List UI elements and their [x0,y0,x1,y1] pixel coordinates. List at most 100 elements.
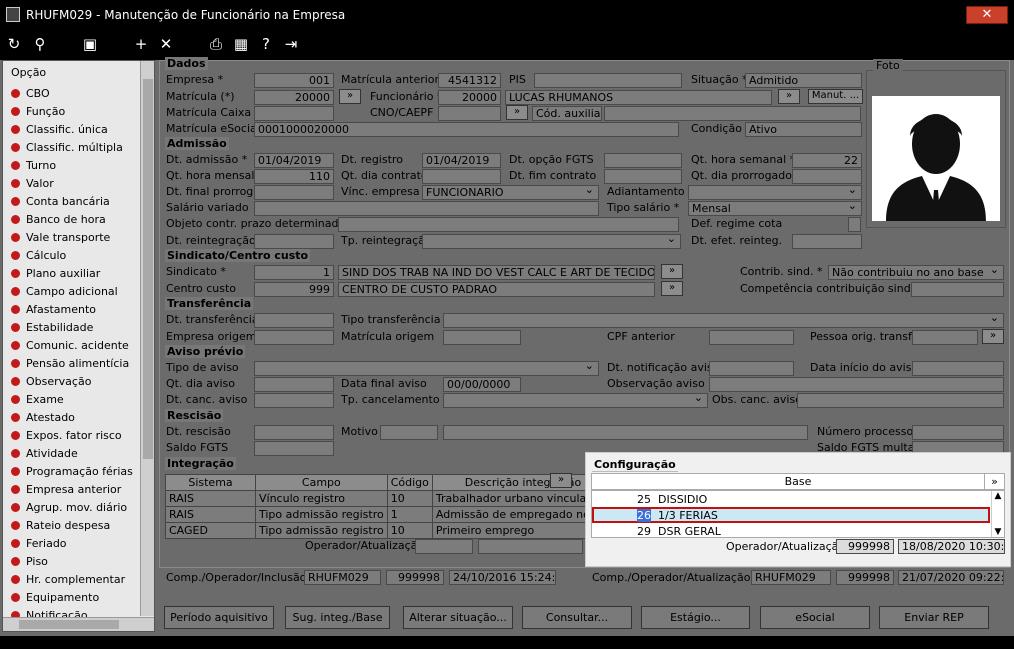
obs-aviso-field[interactable] [709,377,1004,392]
tp-cancelamento-select[interactable] [443,393,708,408]
config-operador-field[interactable]: 999998 [836,539,894,554]
qt-dia-aviso-field[interactable] [254,377,334,392]
add-icon[interactable]: + [131,34,151,54]
sidebar-item[interactable]: Conta bancária [11,195,110,208]
scroll-down-icon[interactable]: ▼ [992,527,1004,537]
pessoa-orig-field[interactable] [912,330,978,345]
sindicato-code-field[interactable]: 1 [254,265,334,280]
sidebar-item[interactable]: Estabilidade [11,321,93,334]
grid-expand-button[interactable]: » [550,473,572,488]
dt-fim-contrato-field[interactable] [604,169,682,184]
dt-inicio-aviso-field[interactable] [912,361,1004,376]
table-row[interactable]: CAGED Tipo admissão registro 10 Primeiro em… [165,522,615,539]
exit-icon[interactable]: ⇥ [281,34,301,54]
inclusao-operador-field[interactable]: 999998 [386,570,444,585]
centro-code-field[interactable]: 999 [254,282,334,297]
inclusao-data-field[interactable]: 24/10/2016 15:24:19 [449,570,556,585]
cod-auxiliar-field[interactable] [604,106,861,121]
matricula-field[interactable]: 20000 [254,90,334,105]
sidebar-item[interactable]: Função [11,105,65,118]
qt-dia-prorrogado-field[interactable] [792,169,862,184]
qt-dia-contrato-field[interactable] [422,169,501,184]
pessoa-orig-lookup-button[interactable]: » [982,329,1004,344]
sidebar-item[interactable]: Hr. complementar [11,573,125,586]
dt-efet-field[interactable] [792,234,862,249]
print-icon[interactable]: ⎙ [206,34,226,54]
search-icon[interactable]: ⚲ [30,34,50,54]
cno-lookup-button[interactable]: » [506,105,528,120]
grid-header-sistema[interactable]: Sistema [165,474,256,491]
sidebar-item[interactable]: Atestado [11,411,75,424]
empresa-origem-field[interactable] [254,330,334,345]
sidebar-item[interactable]: Banco de hora [11,213,106,226]
sidebar-item[interactable]: Observação [11,375,91,388]
matricula-anterior-field[interactable]: 4541312 [438,73,501,88]
qt-hora-semanal-field[interactable]: 22 [792,153,862,168]
obs-canc-field[interactable] [797,393,1004,408]
cno-field[interactable] [438,106,501,121]
alterar-situacao-button[interactable]: Alterar situação... [403,606,513,629]
consultar-button[interactable]: Consultar... [522,606,632,629]
sidebar-item[interactable]: Piso [11,555,48,568]
sidebar-item[interactable]: Classific. única [11,123,108,136]
manut-button[interactable]: Manut. ... [808,89,863,104]
adiantamento-select[interactable] [688,185,862,200]
dt-final-prorrog-field[interactable] [254,185,334,200]
sidebar-item[interactable]: Rateio despesa [11,519,110,532]
motivo-code-field[interactable] [380,425,438,440]
centro-name-field[interactable]: CENTRO DE CUSTO PADRAO [338,282,655,297]
sidebar-item[interactable]: Campo adicional [11,285,118,298]
dt-canc-aviso-field[interactable] [254,393,334,408]
funcionario-lookup-button[interactable]: » [778,89,800,104]
tipo-aviso-select[interactable] [254,361,599,376]
grid-header-codigo[interactable]: Código [386,474,433,491]
sidebar-item[interactable]: Plano auxiliar [11,267,100,280]
scroll-up-icon[interactable]: ▲ [992,491,1004,501]
matricula-caixa-field[interactable] [254,106,334,121]
qt-hora-mensal-field[interactable]: 110 [254,169,334,184]
sug-integ-button[interactable]: Sug. integ./Base [285,606,390,629]
sindicato-lookup-button[interactable]: » [661,264,683,279]
dt-rescisao-field[interactable] [254,425,334,440]
matricula-origem-field[interactable] [443,330,521,345]
operador-data-field[interactable] [478,539,583,554]
config-expand-icon[interactable]: » [984,474,1004,489]
atualizacao-comp-field[interactable]: RHUFM029 [751,570,831,585]
contrib-sind-select[interactable]: Não contribuiu no ano base [828,265,1004,280]
estagio-button[interactable]: Estágio... [641,606,750,629]
def-regime-checkbox[interactable] [848,217,861,232]
dt-admissao-field[interactable]: 01/04/2019 [254,153,334,168]
enviar-rep-button[interactable]: Enviar REP [879,606,989,629]
sidebar-item[interactable]: Programação férias [11,465,133,478]
periodo-aquisitivo-button[interactable]: Período aquisitivo ... [164,606,274,645]
sidebar-item[interactable]: Feriado [11,537,67,550]
sidebar-item[interactable]: CBO [11,87,50,100]
list-item-selected[interactable]: 26 1/3 FERIAS [592,507,990,523]
avatar[interactable] [872,96,1000,221]
empresa-field[interactable]: 001 [254,73,334,88]
sidebar-item[interactable]: Atividade [11,447,78,460]
list-item[interactable]: 25 DISSIDIO [592,492,990,508]
dt-opcao-fgts-field[interactable] [604,153,682,168]
config-data-field[interactable]: 18/08/2020 10:30:04 [898,539,1005,554]
help-icon[interactable]: ? [256,34,276,54]
sidebar-scrollbar[interactable] [140,61,154,616]
matricula-esocial-field[interactable]: 0001000020000 [254,122,679,137]
sidebar-item[interactable]: Turno [11,159,56,172]
inclusao-comp-field[interactable]: RHUFM029 [304,570,381,585]
sidebar-item[interactable]: Afastamento [11,303,96,316]
numero-processo-field[interactable] [912,425,1004,440]
sidebar-item[interactable]: Exame [11,393,64,406]
funcionario-code-field[interactable]: 20000 [438,90,501,105]
competencia-field[interactable] [911,282,1004,297]
sidebar-item[interactable]: Classific. múltipla [11,141,123,154]
config-header-base[interactable]: Base » [591,473,1005,490]
sidebar-hscrollbar[interactable] [3,617,154,631]
dt-registro-field[interactable]: 01/04/2019 [422,153,501,168]
vinc-empresa-select[interactable]: FUNCIONARIO [422,185,599,200]
pis-field[interactable] [534,73,682,88]
salario-variado-field[interactable] [254,201,599,216]
funcionario-name-field[interactable]: LUCAS RHUMANOS [505,90,772,105]
objeto-contr-field[interactable] [338,217,679,232]
sidebar-item[interactable]: Cálculo [11,249,66,262]
